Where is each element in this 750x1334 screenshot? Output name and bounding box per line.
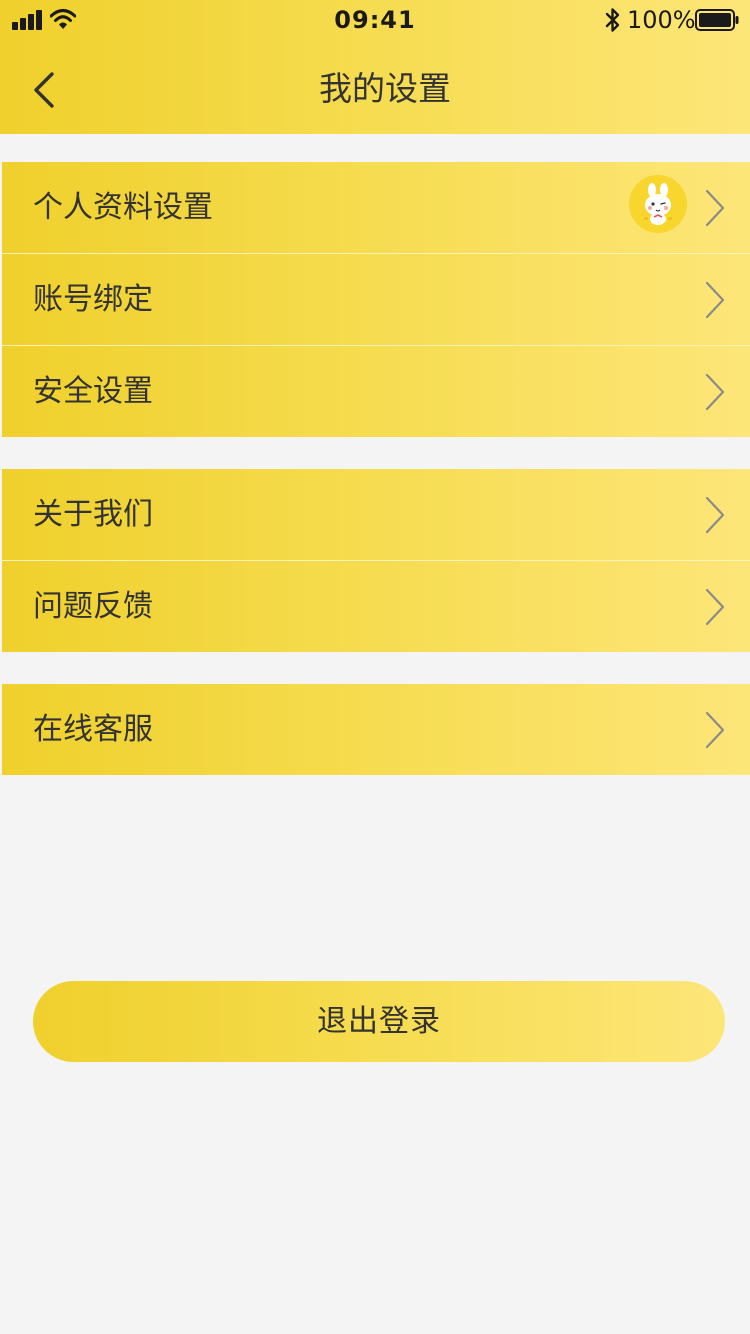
settings-row-account-binding[interactable]: 账号绑定 [2, 254, 750, 346]
status-bar: 09:41 100% [0, 0, 750, 40]
row-label: 关于我们 [33, 497, 153, 532]
settings-row-security[interactable]: 安全设置 [2, 346, 750, 437]
settings-row-profile[interactable]: 个人资料设置 [2, 162, 750, 254]
chevron-right-icon [705, 711, 725, 749]
bluetooth-icon [605, 8, 620, 32]
settings-row-feedback[interactable]: 问题反馈 [2, 561, 750, 652]
chevron-right-icon [705, 588, 725, 626]
bunny-avatar-icon [629, 175, 687, 233]
battery-percent: 100% [627, 6, 696, 34]
settings-row-customer-service[interactable]: 在线客服 [2, 684, 750, 775]
row-label: 在线客服 [33, 712, 153, 747]
battery-icon [695, 9, 739, 31]
page-title: 我的设置 [319, 69, 451, 108]
row-label: 个人资料设置 [33, 190, 213, 225]
row-label: 问题反馈 [33, 589, 153, 624]
chevron-right-icon [705, 373, 725, 411]
settings-group-account: 个人资料设置 账号绑定 安全设置 [2, 162, 750, 437]
avatar [629, 175, 687, 233]
chevron-right-icon [705, 496, 725, 534]
header-bar: 09:41 100% 我的设置 [0, 0, 750, 134]
settings-row-about-us[interactable]: 关于我们 [2, 469, 750, 561]
row-label: 安全设置 [33, 374, 153, 409]
settings-group-about: 关于我们 问题反馈 [2, 469, 750, 652]
row-label: 账号绑定 [33, 282, 153, 317]
logout-button[interactable]: 退出登录 [33, 981, 725, 1062]
chevron-right-icon [705, 281, 725, 319]
settings-group-support: 在线客服 [2, 684, 750, 775]
chevron-right-icon [705, 189, 725, 227]
